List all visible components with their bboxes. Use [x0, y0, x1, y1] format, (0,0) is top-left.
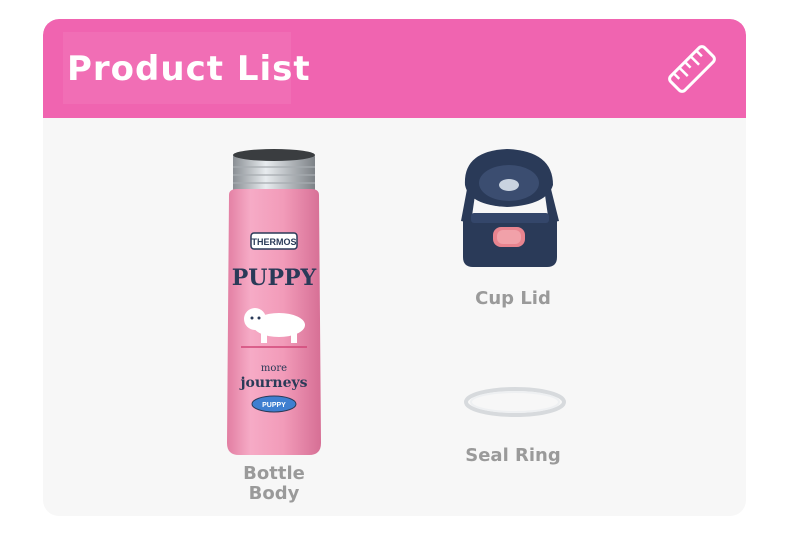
bottle-line1-text: more — [261, 363, 287, 374]
bottle-line2-text: journeys — [238, 375, 307, 391]
bottle-badge-text: PUPPY — [262, 402, 286, 409]
bottle-brand-text: THERMOS — [252, 237, 297, 247]
bottle-body-label: Bottle Body — [243, 463, 305, 504]
cup-lid-image — [461, 149, 559, 267]
seal-ring-label: Seal Ring — [465, 445, 561, 466]
product-list-card: Product List THERMOS PUPPY more journeys… — [43, 19, 746, 516]
page-title: Product List — [67, 49, 311, 89]
seal-ring-image — [464, 387, 566, 417]
header-bar: Product List — [43, 19, 746, 118]
bottle-headline-text: PUPPY — [232, 265, 317, 291]
ruler-icon — [668, 45, 716, 93]
bottle-image: THERMOS PUPPY more journeys PUPPY — [227, 149, 321, 455]
cup-lid-label: Cup Lid — [475, 288, 551, 309]
